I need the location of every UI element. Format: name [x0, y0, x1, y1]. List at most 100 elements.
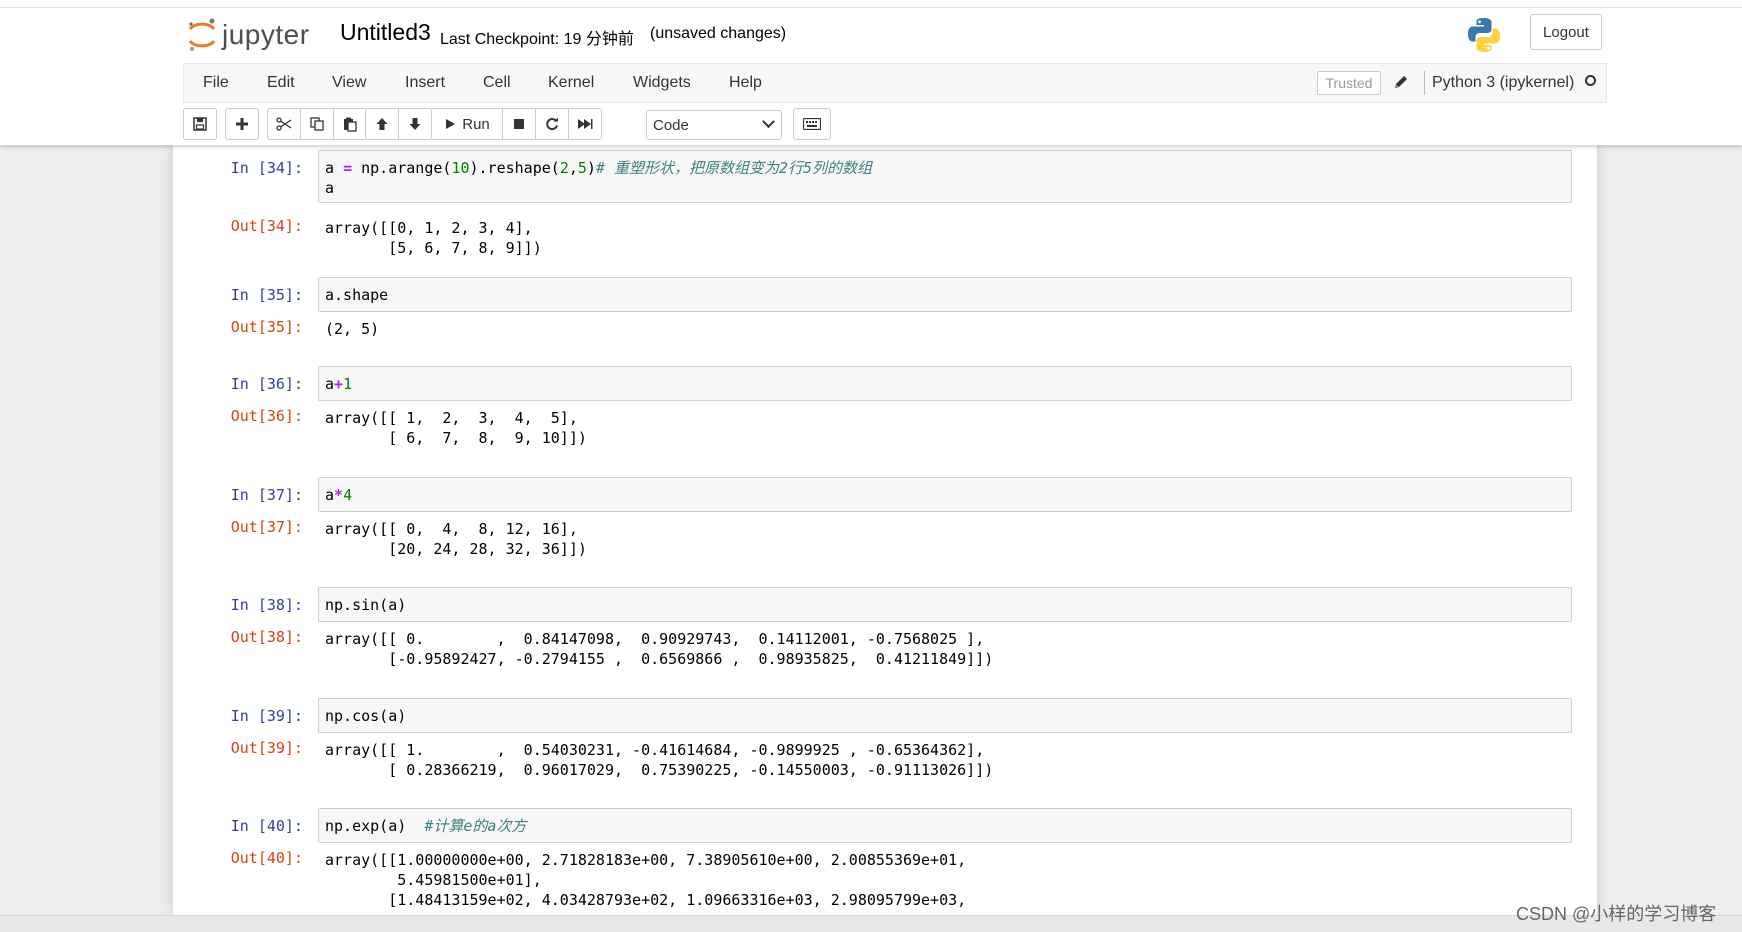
cell-type-value: Code: [653, 116, 689, 134]
code-input[interactable]: a = np.arange(10).reshape(2,5)# 重塑形状，把原数…: [318, 150, 1572, 203]
menu-file[interactable]: File: [203, 74, 229, 92]
output-line: [1.48413159e+02, 4.03428793e+02, 1.09663…: [325, 891, 967, 909]
in-prompt: In [34]:: [230, 159, 303, 177]
play-icon: [446, 119, 456, 129]
code-text[interactable]: a = np.arange(10).reshape(2,5)# 重塑形状，把原数…: [325, 158, 872, 198]
output-text: (2, 5): [325, 320, 380, 338]
menu-view[interactable]: View: [332, 74, 366, 92]
jupyter-logo[interactable]: jupyter: [188, 15, 310, 55]
code-text[interactable]: a+1: [325, 374, 352, 394]
jupyter-logo-icon: [188, 18, 216, 51]
output-line: [5, 6, 7, 8, 9]]): [325, 239, 542, 257]
menu-edit[interactable]: Edit: [267, 74, 295, 92]
move-up-button[interactable]: [365, 108, 399, 140]
arrow-up-icon: [376, 118, 388, 130]
code-text[interactable]: np.sin(a): [325, 595, 406, 615]
command-palette-button[interactable]: [793, 108, 831, 140]
output-line: array([[ 0. , 0.84147098, 0.90929743, 0.…: [325, 630, 985, 648]
fast-forward-icon: [578, 119, 593, 129]
out-prompt: Out[39]:: [230, 739, 303, 757]
output-line: array([[ 1, 2, 3, 4, 5],: [325, 409, 578, 427]
insert-cell-below-button[interactable]: [225, 108, 259, 140]
plus-icon: [236, 118, 248, 130]
notebook-title[interactable]: Untitled3: [340, 19, 431, 46]
code-input[interactable]: a.shape: [318, 277, 1572, 312]
notebook-header: jupyter Untitled3 Last Checkpoint: 19 分钟…: [0, 0, 1742, 145]
in-prompt: In [35]:: [230, 286, 303, 304]
output-text: array([[ 0. , 0.84147098, 0.90929743, 0.…: [325, 629, 993, 669]
cut-button[interactable]: [267, 108, 301, 140]
output-text: array([[ 0, 4, 8, 12, 16], [20, 24, 28, …: [325, 519, 587, 559]
copy-icon: [310, 117, 324, 131]
in-prompt: In [40]:: [230, 817, 303, 835]
out-prompt: Out[35]:: [230, 318, 303, 336]
code-text[interactable]: a*4: [325, 485, 352, 505]
menu-widgets[interactable]: Widgets: [633, 74, 691, 92]
trusted-notebook-button[interactable]: Trusted: [1317, 71, 1381, 95]
run-label: Run: [462, 115, 490, 133]
menu-kernel[interactable]: Kernel: [548, 74, 594, 92]
cell-type-select[interactable]: Code: [646, 110, 782, 140]
paste-icon: [344, 117, 357, 132]
output-text: array([[ 1. , 0.54030231, -0.41614684, -…: [325, 740, 993, 780]
logout-button[interactable]: Logout: [1530, 14, 1602, 50]
restart-run-all-button[interactable]: [568, 108, 602, 140]
out-prompt: Out[40]:: [230, 849, 303, 867]
autosave-status: (unsaved changes): [650, 25, 787, 42]
interrupt-button[interactable]: [502, 108, 536, 140]
code-input[interactable]: a*4: [318, 477, 1572, 512]
code-input[interactable]: np.exp(a) #计算e的a次方: [318, 808, 1572, 843]
arrow-down-icon: [409, 118, 421, 130]
bottom-taskbar-strip: [0, 915, 1742, 932]
in-prompt: In [38]:: [230, 596, 303, 614]
kernel-separator: [1424, 71, 1425, 95]
menu-cell[interactable]: Cell: [483, 74, 511, 92]
output-text: array([[0, 1, 2, 3, 4], [5, 6, 7, 8, 9]]…: [325, 218, 542, 258]
code-line: a = np.arange(10).reshape(2,5)# 重塑形状，把原数…: [325, 159, 873, 177]
restart-icon: [546, 117, 558, 130]
save-button[interactable]: [183, 108, 217, 140]
output-line: [20, 24, 28, 32, 36]]): [325, 540, 587, 558]
move-group: [365, 108, 432, 140]
code-text[interactable]: np.cos(a): [325, 706, 406, 726]
output-text: array([[ 1, 2, 3, 4, 5], [ 6, 7, 8, 9, 1…: [325, 408, 587, 448]
run-button[interactable]: Run: [431, 108, 503, 140]
paste-button[interactable]: [333, 108, 367, 140]
restart-button[interactable]: [535, 108, 569, 140]
edit-pencil-icon[interactable]: [1392, 73, 1410, 91]
checkpoint-status: Last Checkpoint: 19 分钟前: [440, 31, 634, 48]
kernel-idle-indicator-icon: [1585, 75, 1596, 86]
output-text: array([[1.00000000e+00, 2.71828183e+00, …: [325, 850, 966, 910]
output-line: array([[1.00000000e+00, 2.71828183e+00, …: [325, 851, 967, 869]
run-group: Run: [431, 108, 602, 140]
output-line: array([[0, 1, 2, 3, 4],: [325, 219, 533, 237]
out-prompt: Out[38]:: [230, 628, 303, 646]
csdn-watermark: CSDN @小样的学习博客: [1516, 904, 1717, 924]
code-input[interactable]: np.sin(a): [318, 587, 1572, 622]
insert-group: [225, 108, 259, 140]
code-input[interactable]: a+1: [318, 366, 1572, 401]
code-line: a: [325, 179, 335, 197]
output-line: [ 0.28366219, 0.96017029, 0.75390225, -0…: [325, 761, 994, 779]
menu-insert[interactable]: Insert: [405, 74, 445, 92]
menu-help[interactable]: Help: [729, 74, 762, 92]
edit-group: [267, 108, 367, 140]
in-prompt: In [39]:: [230, 707, 303, 725]
output-line: array([[ 1. , 0.54030231, -0.41614684, -…: [325, 741, 985, 759]
scissors-icon: [276, 117, 292, 131]
output-line: array([[ 0, 4, 8, 12, 16],: [325, 520, 578, 538]
code-text[interactable]: a.shape: [325, 285, 388, 305]
header-row: jupyter Untitled3 Last Checkpoint: 19 分钟…: [0, 7, 1742, 63]
code-input[interactable]: np.cos(a): [318, 698, 1572, 733]
toolbar: Run Code: [183, 108, 1607, 142]
move-down-button[interactable]: [398, 108, 432, 140]
save-group: [183, 108, 217, 140]
copy-button[interactable]: [300, 108, 334, 140]
python-logo-icon: [1468, 18, 1500, 52]
code-text[interactable]: np.exp(a) #计算e的a次方: [325, 816, 526, 836]
jupyter-wordmark: jupyter: [222, 19, 310, 50]
kernel-name[interactable]: Python 3 (ipykernel): [1432, 74, 1574, 92]
out-prompt: Out[34]:: [230, 217, 303, 235]
output-line: [ 6, 7, 8, 9, 10]]): [325, 429, 587, 447]
keyboard-icon: [803, 118, 821, 130]
